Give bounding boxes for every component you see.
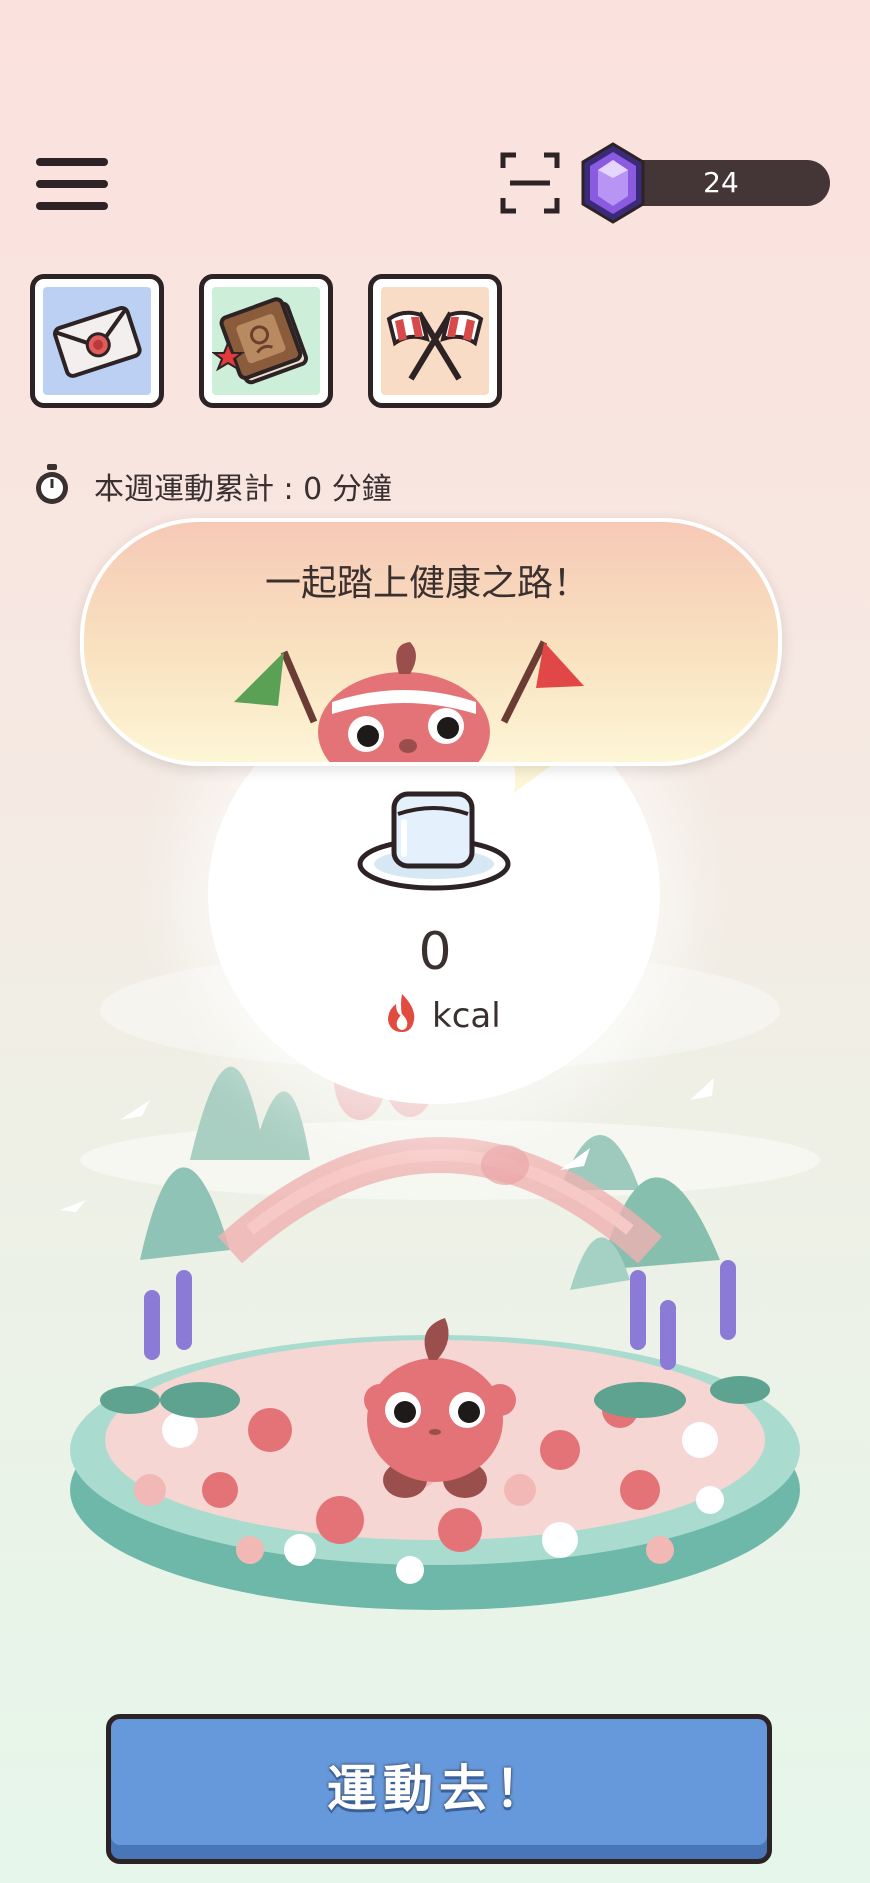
go-exercise-button[interactable]: 運動去！ [106,1714,772,1864]
melting-ice-cube-icon [357,791,511,891]
weekly-exercise-total: 本週運動累計 : 0 分鐘 [94,472,392,507]
journal-book-icon [212,297,309,385]
go-exercise-label: 運動去！ [327,1760,551,1818]
calorie-unit: kcal [432,996,501,1036]
scan-button[interactable] [500,152,560,214]
speech-bubble-text: 一起踏上健康之路！ [264,563,589,604]
mail-envelope-icon [53,305,142,378]
flags-button[interactable] [368,274,502,408]
gem-count: 24 [703,166,739,199]
stopwatch-icon [36,464,68,504]
crossed-flags-icon [386,310,484,381]
purple-gem-icon [581,142,645,224]
calorie-value: 0 [418,922,452,982]
journal-button[interactable] [199,274,333,408]
scan-frame-icon [500,152,560,214]
flame-icon [388,994,415,1032]
menu-button[interactable] [36,156,110,212]
mail-button[interactable] [30,274,164,408]
